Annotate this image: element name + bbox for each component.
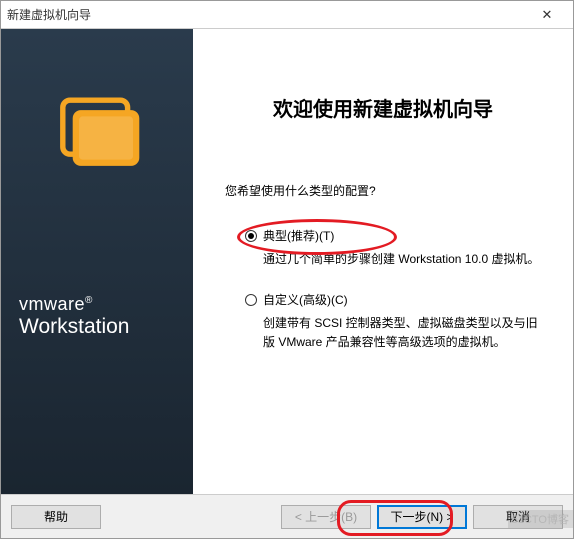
- next-button[interactable]: 下一步(N) >: [377, 505, 467, 529]
- content-area: vmware® Workstation 欢迎使用新建虚拟机向导 您希望使用什么类…: [1, 29, 573, 494]
- cancel-button[interactable]: 取消: [473, 505, 563, 529]
- radio-typical-row[interactable]: 典型(推荐)(T): [245, 227, 549, 244]
- wizard-heading: 欢迎使用新建虚拟机向导: [217, 93, 549, 122]
- product-text: Workstation: [19, 315, 193, 338]
- close-button[interactable]: ✕: [527, 5, 567, 25]
- button-bar: 帮助 < 上一步(B) 下一步(N) > 取消: [1, 494, 573, 538]
- help-button[interactable]: 帮助: [11, 505, 101, 529]
- custom-description: 创建带有 SCSI 控制器类型、虚拟磁盘类型以及与旧版 VMware 产品兼容性…: [263, 314, 543, 352]
- radio-custom-label: 自定义(高级)(C): [263, 291, 348, 308]
- radio-typical-label: 典型(推荐)(T): [263, 227, 334, 244]
- radio-custom[interactable]: [245, 294, 257, 306]
- option-typical: 典型(推荐)(T) 通过几个简单的步骤创建 Workstation 10.0 虚…: [245, 227, 549, 269]
- vmware-logo-icon: [52, 84, 142, 174]
- wizard-banner: vmware® Workstation: [1, 29, 193, 494]
- option-custom: 自定义(高级)(C) 创建带有 SCSI 控制器类型、虚拟磁盘类型以及与旧版 V…: [245, 291, 549, 352]
- wizard-dialog: 新建虚拟机向导 ✕ vmware® Workstation 欢迎使用新建虚拟机向…: [0, 0, 574, 539]
- typical-description: 通过几个简单的步骤创建 Workstation 10.0 虚拟机。: [263, 250, 543, 269]
- radio-typical[interactable]: [245, 230, 257, 242]
- titlebar: 新建虚拟机向导 ✕: [1, 1, 573, 29]
- wizard-main: 欢迎使用新建虚拟机向导 您希望使用什么类型的配置? 典型(推荐)(T) 通过几个…: [193, 29, 573, 494]
- config-question: 您希望使用什么类型的配置?: [225, 182, 549, 199]
- brand-text: vmware®: [19, 294, 193, 315]
- banner-text: vmware® Workstation: [1, 294, 193, 338]
- window-title: 新建虚拟机向导: [7, 6, 527, 23]
- back-button: < 上一步(B): [281, 505, 371, 529]
- radio-custom-row[interactable]: 自定义(高级)(C): [245, 291, 549, 308]
